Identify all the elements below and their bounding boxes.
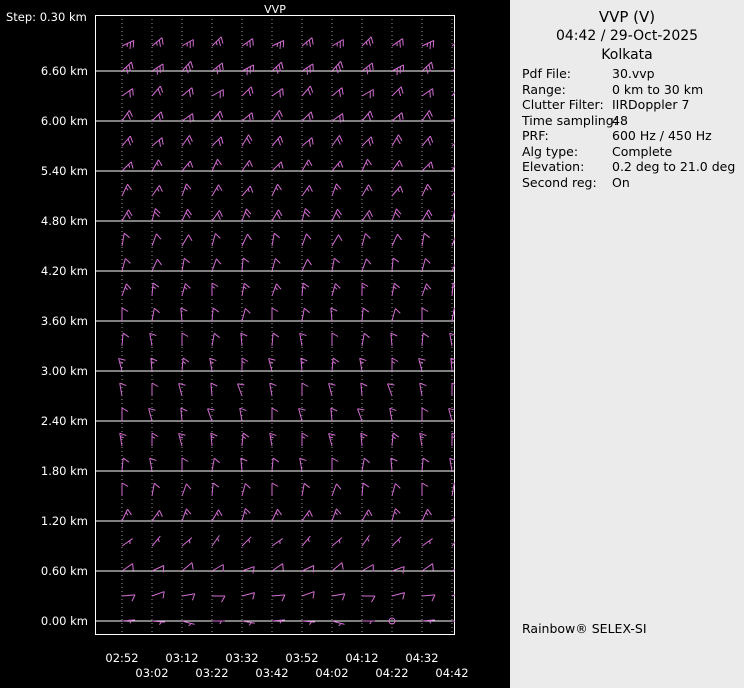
product-info-panel: VVP (V) 04:42 / 29-Oct-2025 Kolkata Pdf … xyxy=(510,0,744,688)
info-row: Time sampling:48 xyxy=(522,113,738,129)
info-label: PRF: xyxy=(522,128,549,143)
x-axis-tick-label: 03:32 xyxy=(220,651,264,665)
info-label: Clutter Filter: xyxy=(522,97,604,112)
info-row: Second reg: On xyxy=(522,175,738,191)
vvp-radar-screen: Step: 0.30 km VVP 6.60 km6.00 km5.40 km4… xyxy=(0,0,744,688)
info-value: 600 Hz / 450 Hz xyxy=(612,128,712,143)
x-axis-tick-label: 02:52 xyxy=(100,651,144,665)
info-label: Second reg: xyxy=(522,175,597,190)
y-axis-tick-label: 4.80 km xyxy=(0,214,88,228)
panel-site-name: Kolkata xyxy=(510,47,744,63)
info-row: Alg type: Complete xyxy=(522,144,738,160)
x-axis-tick-label: 03:02 xyxy=(130,666,174,680)
y-axis-tick-label: 0.60 km xyxy=(0,564,88,578)
x-axis-tick-label: 04:22 xyxy=(370,666,414,680)
y-axis-tick-label: 3.00 km xyxy=(0,364,88,378)
x-axis-tick-label: 03:12 xyxy=(160,651,204,665)
info-value: 48 xyxy=(612,113,628,128)
panel-datetime: 04:42 / 29-Oct-2025 xyxy=(510,28,744,44)
y-axis-tick-label: 4.20 km xyxy=(0,264,88,278)
info-row: PRF: 600 Hz / 450 Hz xyxy=(522,128,738,144)
info-value: IIRDoppler 7 xyxy=(612,97,689,112)
y-axis-tick-label: 5.40 km xyxy=(0,164,88,178)
x-axis-tick-label: 03:42 xyxy=(250,666,294,680)
y-axis-tick-label: 1.80 km xyxy=(0,464,88,478)
info-value: 30.vvp xyxy=(612,66,655,81)
info-label: Elevation: xyxy=(522,159,584,174)
y-axis-tick-label: 3.60 km xyxy=(0,314,88,328)
x-axis-tick-label: 03:22 xyxy=(190,666,234,680)
y-axis-tick-label: 6.00 km xyxy=(0,114,88,128)
wind-barb-chart-region: Step: 0.30 km VVP 6.60 km6.00 km5.40 km4… xyxy=(0,0,510,688)
info-row: Pdf File: 30.vvp xyxy=(522,66,738,82)
info-value: On xyxy=(612,175,630,190)
info-value: 0.2 deg to 21.0 deg xyxy=(612,159,735,174)
wind-barb-plot xyxy=(95,15,455,635)
x-axis-tick-label: 03:52 xyxy=(280,651,324,665)
x-axis-tick-label: 04:32 xyxy=(400,651,444,665)
panel-title: VVP (V) xyxy=(510,8,744,26)
x-axis-tick-label: 04:42 xyxy=(430,666,474,680)
y-axis-tick-label: 1.20 km xyxy=(0,514,88,528)
info-value: 0 km to 30 km xyxy=(612,82,703,97)
info-row: Clutter Filter: IIRDoppler 7 xyxy=(522,97,738,113)
y-axis-tick-label: 2.40 km xyxy=(0,414,88,428)
step-label: Step: 0.30 km xyxy=(6,10,87,24)
x-axis-tick-label: 04:12 xyxy=(340,651,384,665)
info-label: Pdf File: xyxy=(522,66,571,81)
y-axis-tick-label: 0.00 km xyxy=(0,614,88,628)
info-row: Range: 0 km to 30 km xyxy=(522,82,738,98)
x-axis-tick-label: 04:02 xyxy=(310,666,354,680)
info-row: Elevation: 0.2 deg to 21.0 deg xyxy=(522,159,738,175)
y-axis-tick-label: 6.60 km xyxy=(0,64,88,78)
info-value: Complete xyxy=(612,144,672,159)
info-label: Alg type: xyxy=(522,144,578,159)
plot-area xyxy=(95,15,455,635)
info-label: Time sampling: xyxy=(522,113,618,128)
branding-text: Rainbow® SELEX-SI xyxy=(522,621,647,636)
info-label: Range: xyxy=(522,82,566,97)
product-info-list: Pdf File:30.vvpRange:0 km to 30 kmClutte… xyxy=(522,66,738,190)
